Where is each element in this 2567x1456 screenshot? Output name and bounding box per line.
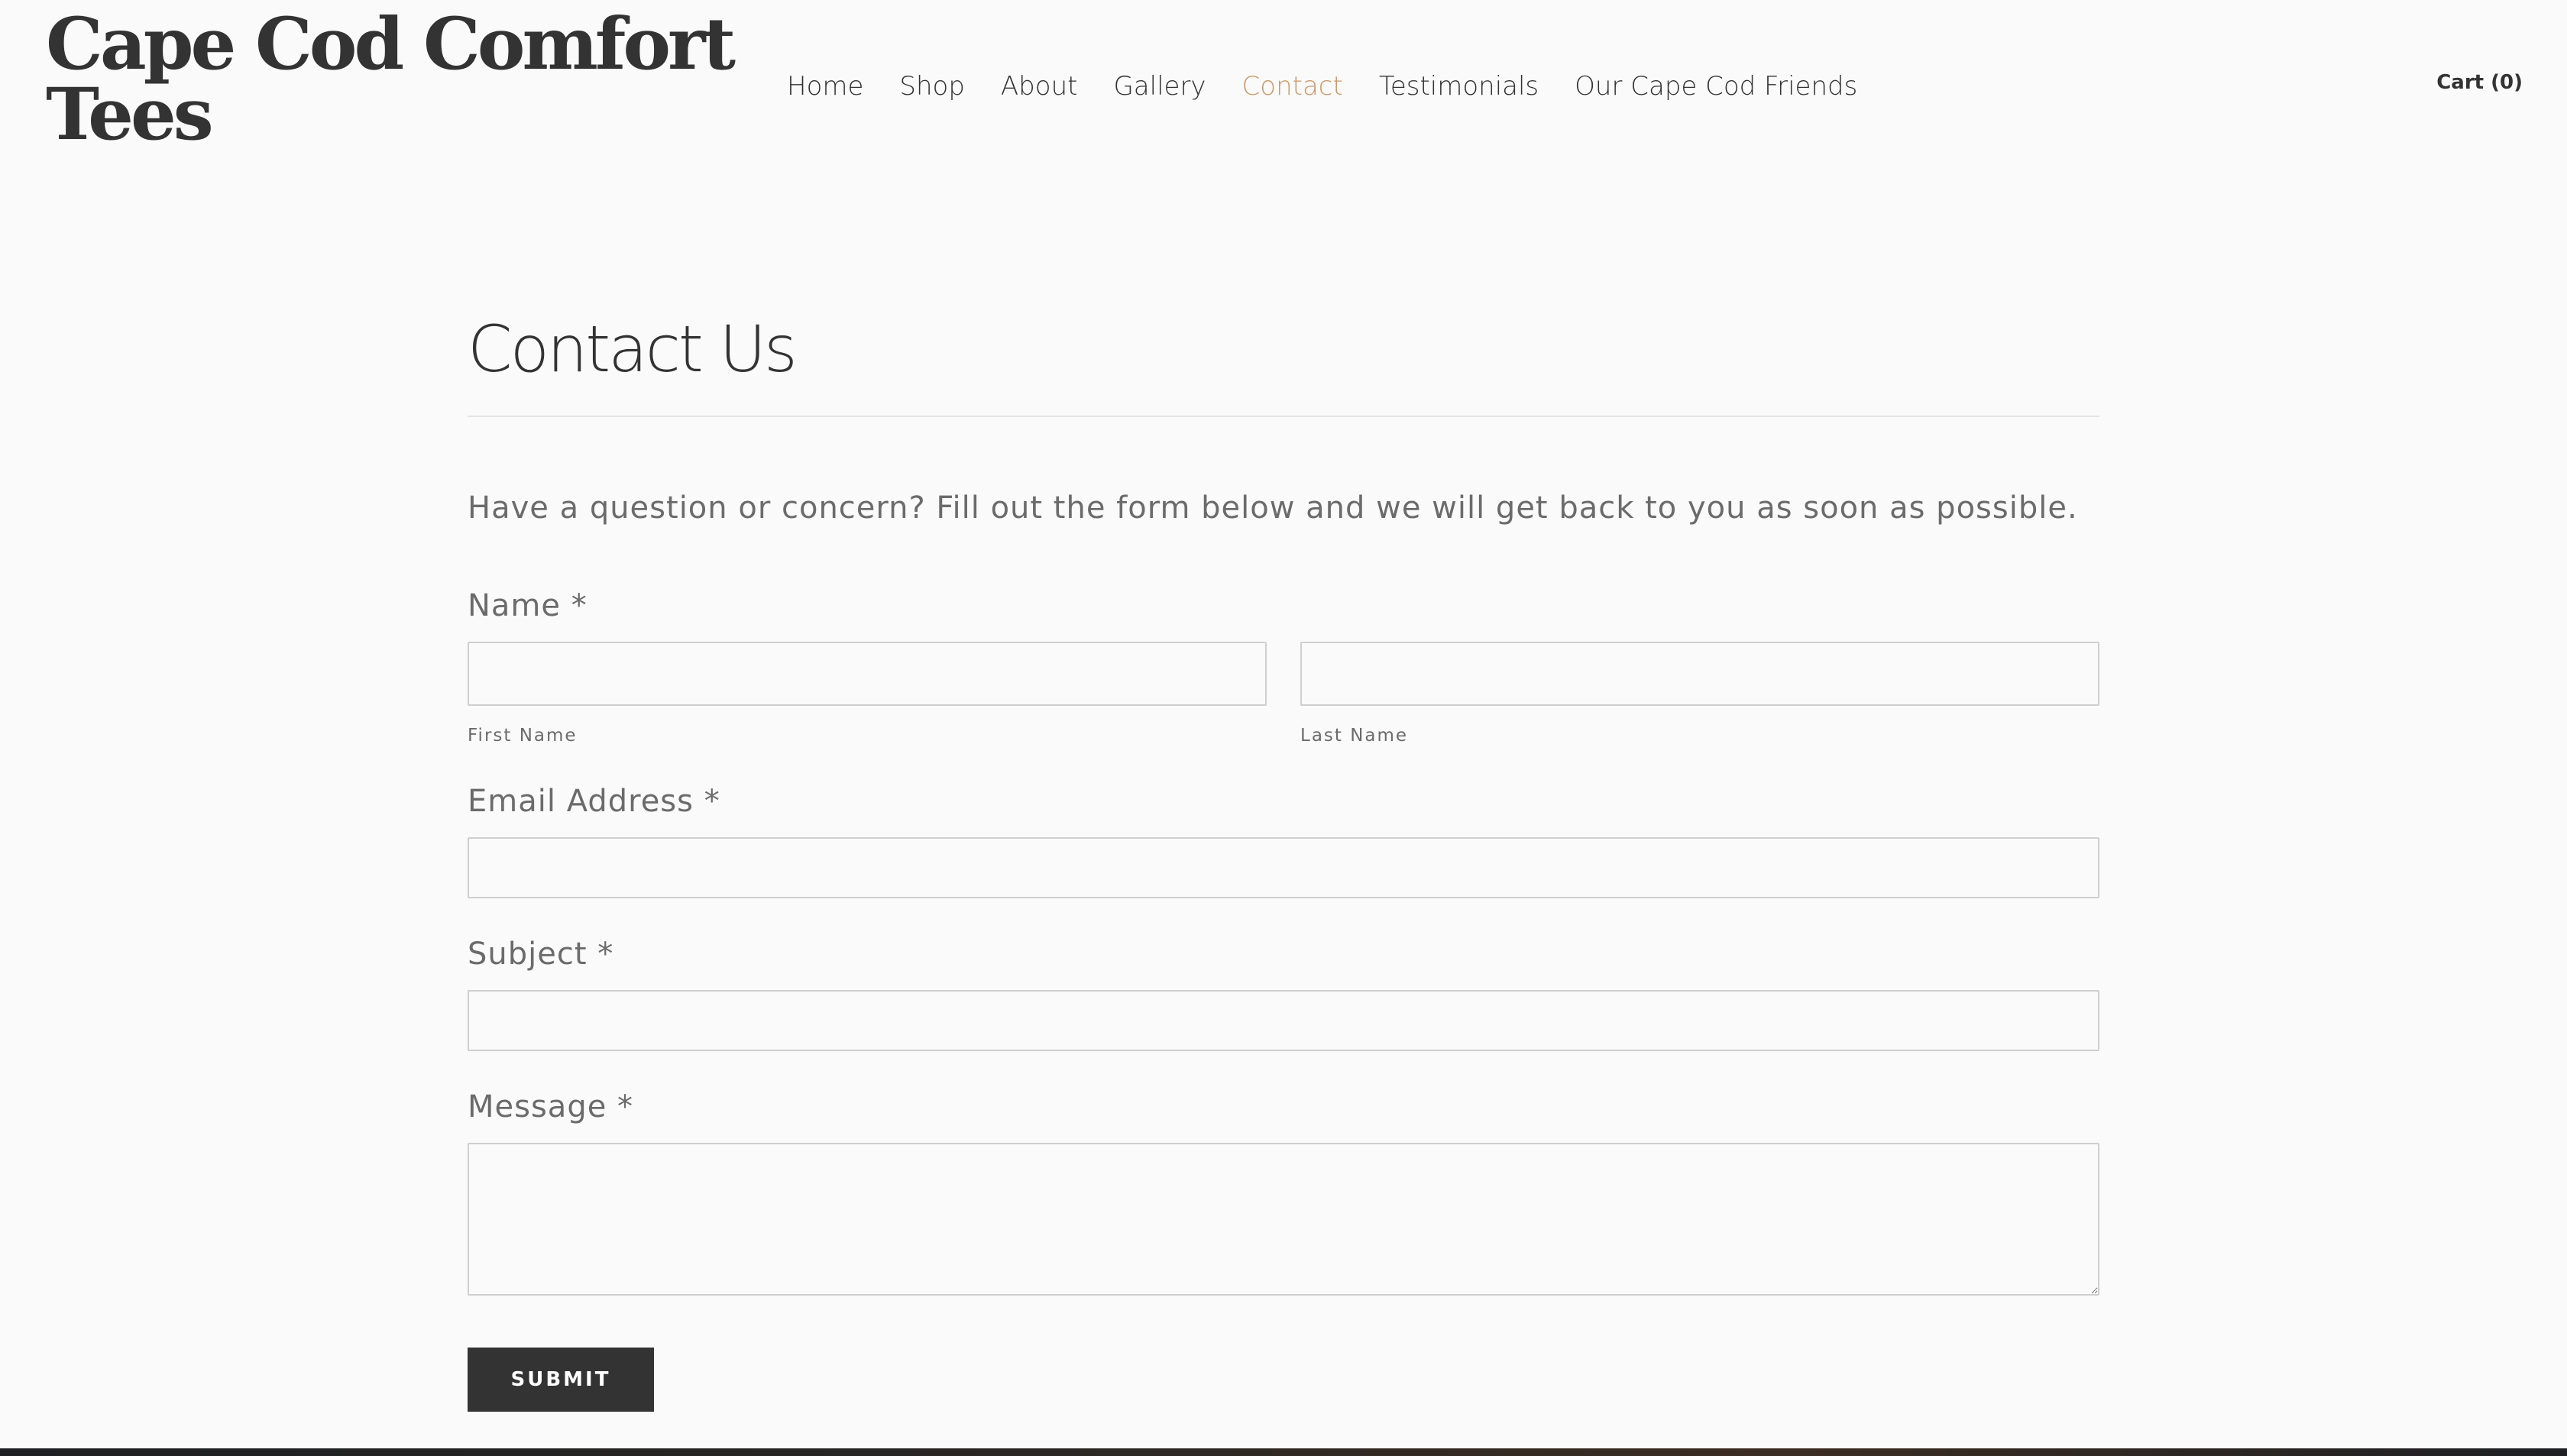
subject-label: Subject * [468, 937, 614, 972]
submit-button[interactable]: SUBMIT [468, 1348, 654, 1412]
main-nav: Home Shop About Gallery Contact Testimon… [787, 67, 1857, 105]
nav-item-gallery[interactable]: Gallery [1113, 71, 1206, 102]
intro-text: Have a question or concern? Fill out the… [468, 490, 2078, 526]
page-title: Contact Us [468, 312, 798, 387]
first-name-sublabel: First Name [468, 726, 578, 746]
contact-content: Contact Us Have a question or concern? F… [468, 307, 2099, 1412]
first-name-input[interactable] [468, 642, 1267, 706]
nav-item-home[interactable]: Home [787, 71, 863, 102]
nav-item-about[interactable]: About [1001, 71, 1078, 102]
cart-link[interactable]: Cart (0) [2436, 71, 2523, 94]
last-name-sublabel: Last Name [1300, 726, 1409, 746]
message-textarea[interactable] [468, 1143, 2099, 1296]
message-label: Message * [468, 1089, 634, 1124]
last-name-input[interactable] [1300, 642, 2099, 706]
heading-divider [468, 416, 2099, 417]
email-field[interactable] [468, 837, 2099, 898]
nav-item-contact[interactable]: Contact [1242, 71, 1343, 102]
nav-item-testimonials[interactable]: Testimonials [1379, 71, 1539, 102]
page: Cape Cod Comfort Tees Home Shop About Ga… [0, 0, 2567, 1456]
site-title[interactable]: Cape Cod Comfort Tees [46, 8, 749, 150]
footer-image-edge [0, 1448, 2567, 1456]
email-label: Email Address * [468, 784, 720, 819]
subject-field[interactable] [468, 990, 2099, 1051]
nav-item-our-cape-cod-friends[interactable]: Our Cape Cod Friends [1575, 71, 1857, 102]
name-label: Name * [468, 588, 588, 623]
nav-item-shop[interactable]: Shop [899, 71, 965, 102]
